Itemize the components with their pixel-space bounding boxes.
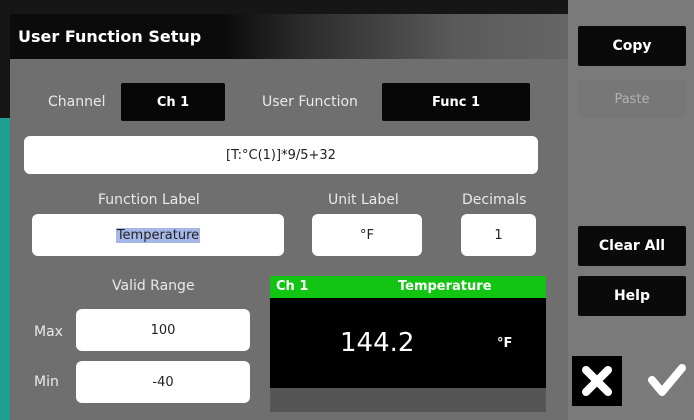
min-label: Min	[34, 374, 59, 390]
help-button[interactable]: Help	[578, 276, 686, 316]
user-function-label: User Function	[262, 94, 358, 110]
min-field[interactable]: -40	[76, 361, 250, 403]
max-field[interactable]: 100	[76, 309, 250, 351]
window-title: User Function Setup	[18, 27, 202, 46]
function-label-caption: Function Label	[98, 192, 200, 208]
unit-label-field[interactable]: °F	[312, 214, 422, 256]
function-label-text: Temperature	[115, 227, 201, 243]
preview-unit: °F	[497, 336, 513, 351]
copy-button[interactable]: Copy	[578, 26, 686, 66]
teal-edge	[0, 118, 10, 420]
check-icon	[640, 352, 692, 406]
close-icon	[572, 356, 622, 406]
preview-value: 144.2	[340, 328, 415, 358]
decimals-field[interactable]: 1	[461, 214, 536, 256]
unit-label-caption: Unit Label	[328, 192, 399, 208]
channel-label: Channel	[48, 94, 106, 110]
preview-label: Temperature	[398, 279, 492, 294]
max-label: Max	[34, 324, 63, 340]
decimals-caption: Decimals	[462, 192, 527, 208]
preview-channel: Ch 1	[276, 279, 309, 294]
expression-field[interactable]: [T:°C(1)]*9/5+32	[24, 136, 538, 174]
valid-range-caption: Valid Range	[112, 278, 195, 294]
preview-footer	[270, 388, 546, 412]
user-function-select[interactable]: Func 1	[382, 83, 530, 121]
clear-all-button[interactable]: Clear All	[578, 226, 686, 266]
ok-button[interactable]	[640, 352, 692, 406]
paste-button[interactable]: Paste	[578, 80, 686, 118]
cancel-button[interactable]	[572, 356, 622, 406]
preview-header: Ch 1 Temperature	[270, 276, 546, 298]
channel-select[interactable]: Ch 1	[121, 83, 225, 121]
function-label-field[interactable]: Temperature	[32, 214, 284, 256]
device-screen: User Function Setup Copy Paste Clear All…	[0, 0, 694, 420]
